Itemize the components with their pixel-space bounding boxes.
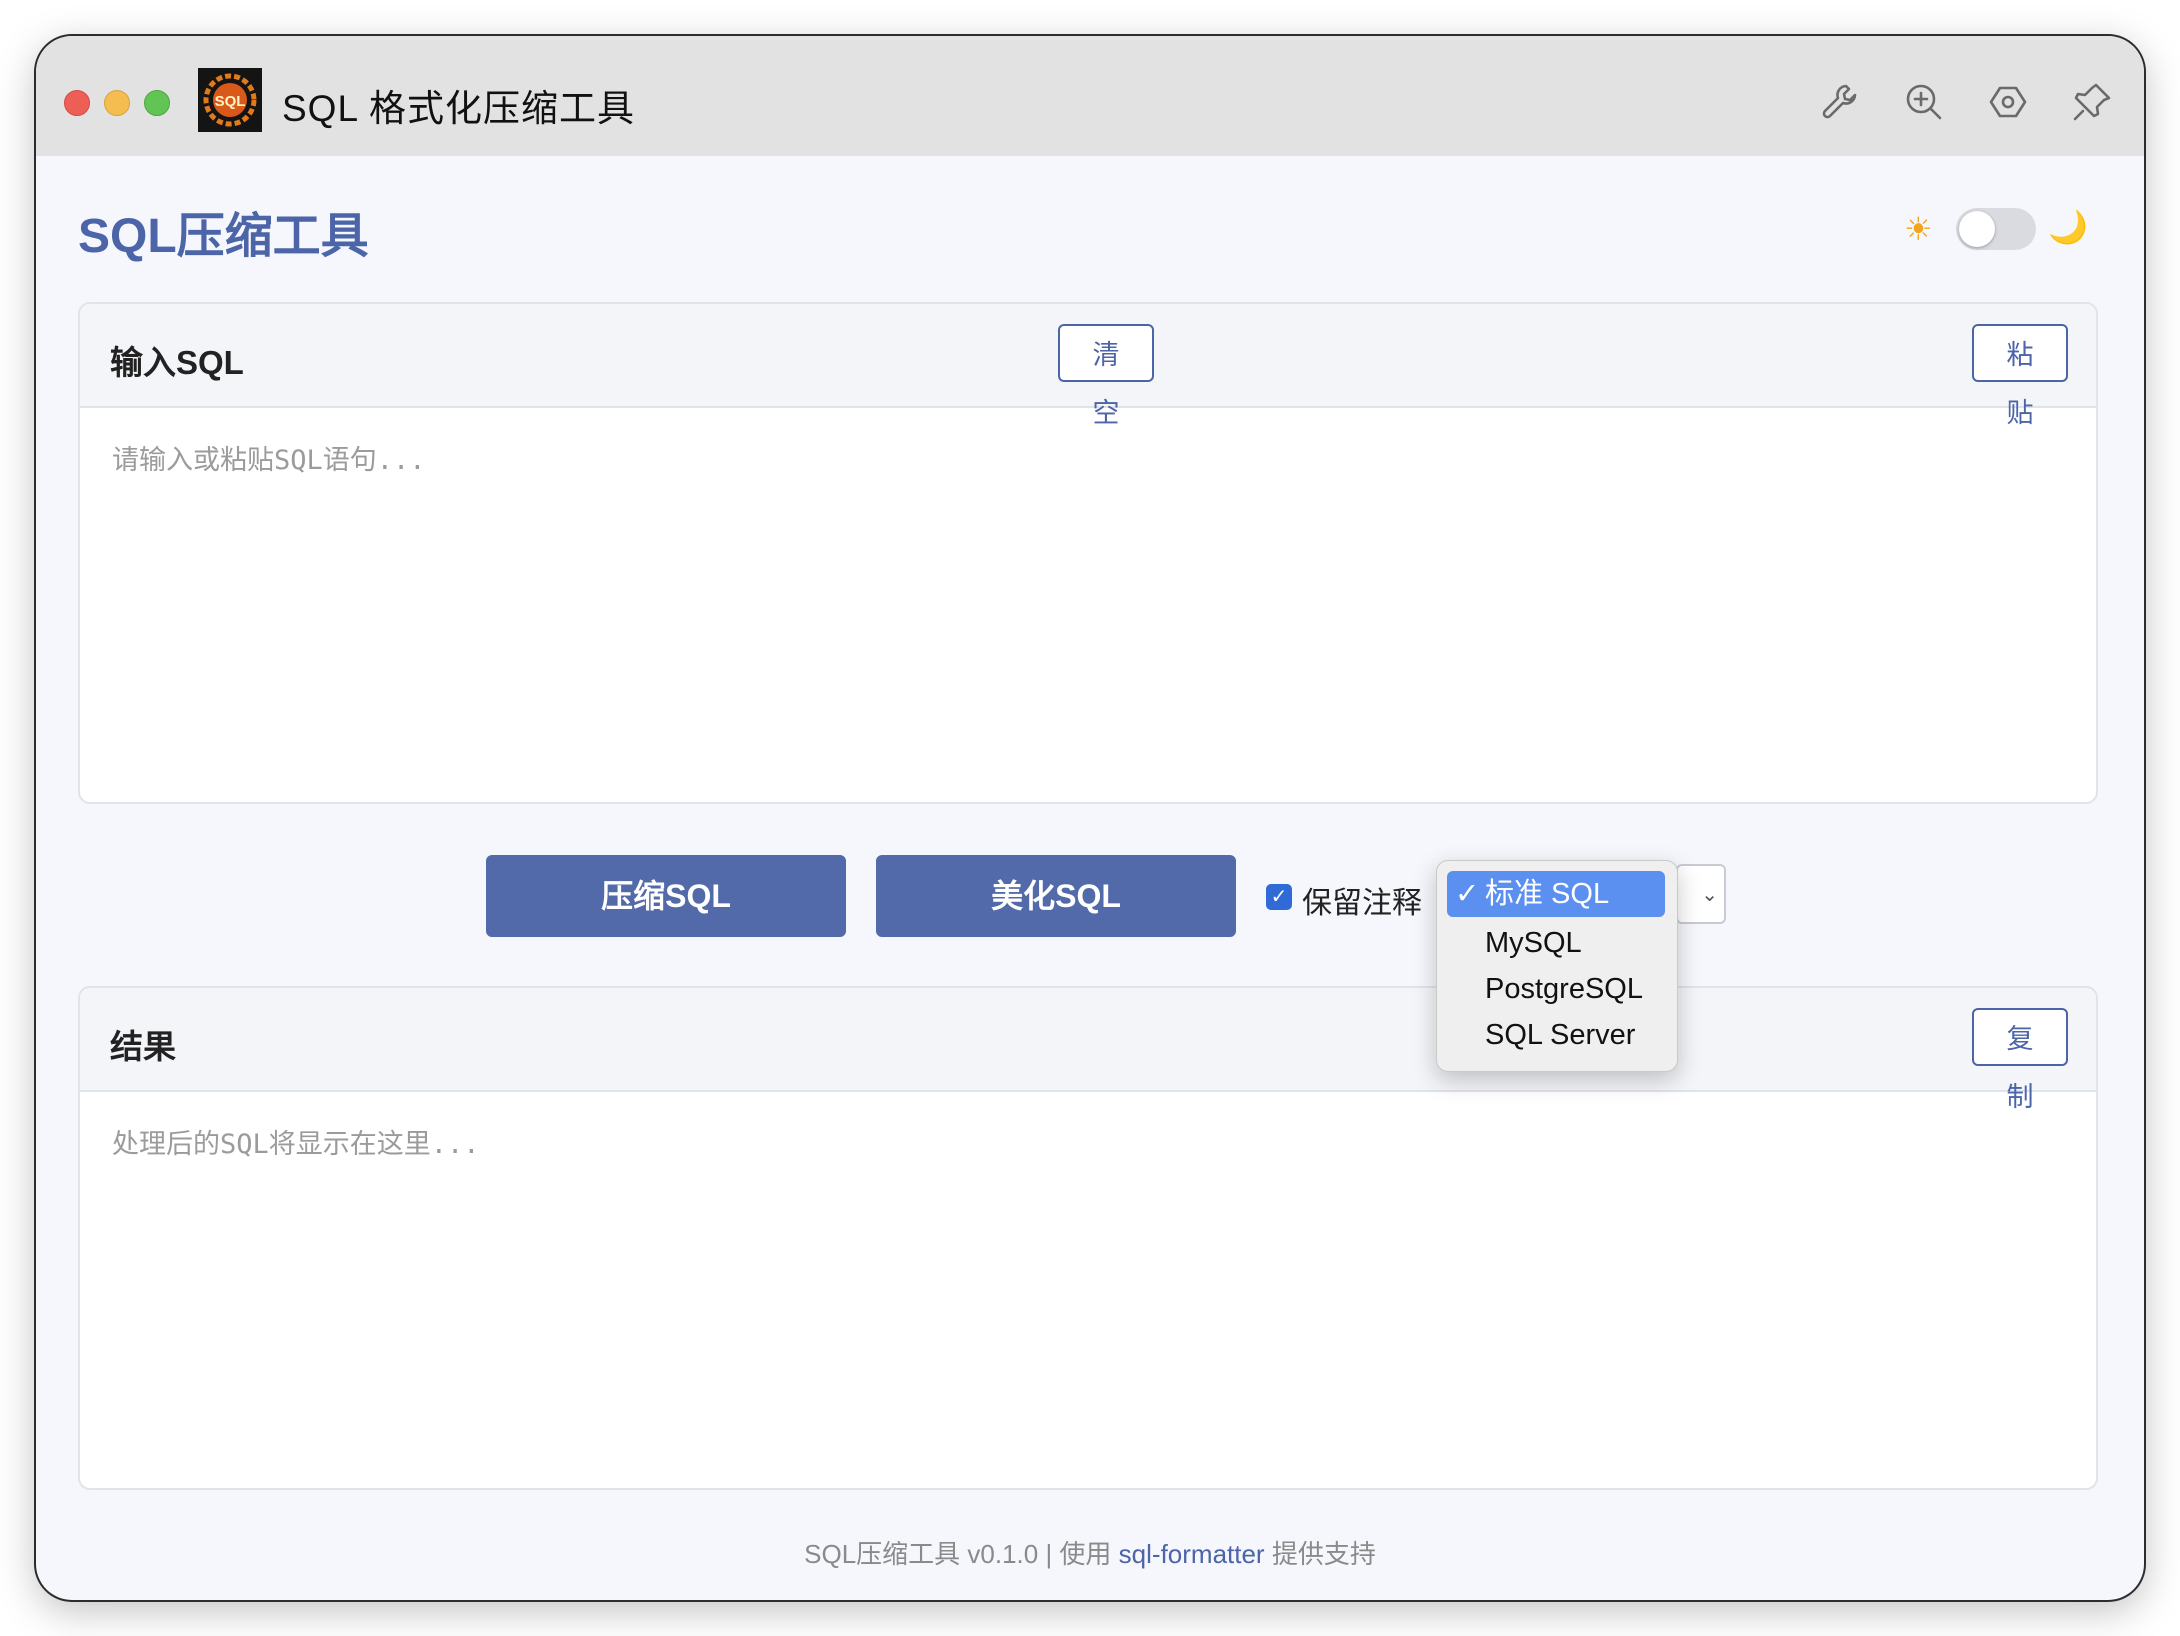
- app-logo-text: SQL: [215, 93, 246, 110]
- page-title: SQL压缩工具: [78, 210, 369, 263]
- hexagon-settings-icon[interactable]: [1986, 80, 2030, 124]
- beautify-sql-button[interactable]: 美化SQL: [876, 855, 1236, 937]
- app-logo-icon: SQL: [198, 68, 262, 132]
- compress-sql-button[interactable]: 压缩SQL: [486, 855, 846, 937]
- maximize-window-button[interactable]: [144, 90, 170, 116]
- pin-icon[interactable]: [2070, 80, 2114, 124]
- app-window: SQL SQL 格式化压缩工具 SQL压缩工具 ☀ 🌙 输入SQL 清空 粘贴 …: [36, 36, 2144, 1600]
- dialect-option-standard[interactable]: ✓ 标准 SQL: [1447, 871, 1665, 917]
- dialect-select[interactable]: ⌄: [1676, 864, 1726, 924]
- theme-toggle-knob: [1959, 211, 1995, 247]
- footer-prefix: SQL压缩工具 v0.1.0 | 使用: [804, 1539, 1119, 1569]
- input-panel-header: 输入SQL 清空 粘贴: [80, 304, 2096, 428]
- sql-input[interactable]: [110, 436, 2064, 780]
- keep-comments-label: 保留注释: [1302, 887, 1422, 920]
- result-panel-header: 结果 复制: [80, 988, 2096, 1112]
- dialect-option-mysql[interactable]: MySQL: [1485, 921, 1582, 965]
- sql-result[interactable]: [110, 1120, 2064, 1464]
- zoom-in-icon[interactable]: [1902, 80, 1946, 124]
- clear-button[interactable]: 清空: [1058, 324, 1154, 428]
- input-panel-title: 输入SQL: [110, 344, 244, 381]
- title-bar: SQL SQL 格式化压缩工具: [36, 36, 2144, 156]
- footer-suffix: 提供支持: [1264, 1539, 1376, 1569]
- dialect-dropdown-menu: ✓ 标准 SQL MySQL PostgreSQL SQL Server: [1436, 860, 1678, 1072]
- result-panel: 结果 复制: [78, 986, 2098, 1490]
- paste-button[interactable]: 粘贴: [1972, 324, 2068, 428]
- copy-button[interactable]: 复制: [1972, 1008, 2068, 1112]
- minimize-window-button[interactable]: [104, 90, 130, 116]
- close-window-button[interactable]: [64, 90, 90, 116]
- sun-icon: ☀: [1904, 211, 1933, 247]
- footer: SQL压缩工具 v0.1.0 | 使用 sql-formatter 提供支持: [36, 1534, 2144, 1571]
- moon-icon: 🌙: [2048, 209, 2088, 245]
- result-panel-title: 结果: [110, 1028, 176, 1065]
- wrench-icon[interactable]: [1818, 80, 1862, 124]
- window-title: SQL 格式化压缩工具: [282, 88, 635, 129]
- dialect-option-sqlserver[interactable]: SQL Server: [1485, 1013, 1635, 1057]
- theme-toggle[interactable]: [1956, 208, 2036, 250]
- dialect-option-postgresql[interactable]: PostgreSQL: [1485, 967, 1643, 1011]
- input-panel: 输入SQL 清空 粘贴: [78, 302, 2098, 804]
- checkmark-icon: ✓: [1455, 878, 1480, 910]
- keep-comments-checkbox[interactable]: ✓: [1266, 884, 1292, 910]
- sql-formatter-link[interactable]: sql-formatter: [1119, 1539, 1265, 1569]
